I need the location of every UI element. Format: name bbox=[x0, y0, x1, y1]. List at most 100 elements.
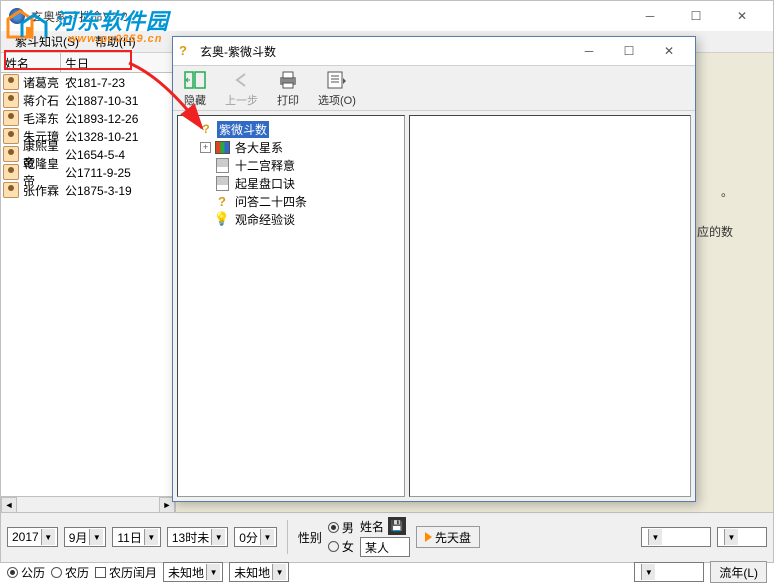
help-minimize-button[interactable]: ─ bbox=[569, 37, 609, 65]
page-icon bbox=[214, 158, 230, 172]
options-icon bbox=[325, 69, 349, 91]
avatar-icon bbox=[3, 182, 19, 198]
name-input[interactable]: 某人 bbox=[360, 537, 410, 557]
gender-male-radio[interactable]: 男 bbox=[328, 519, 354, 536]
person-rows: 诸葛亮农181-7-23蒋介石公1887-10-31毛泽东公1893-12-26… bbox=[1, 73, 175, 496]
year-combo[interactable]: 2017▼ bbox=[7, 527, 58, 547]
col-dob[interactable]: 生日 bbox=[61, 53, 175, 72]
tree-node[interactable]: 十二宫释意 bbox=[182, 156, 400, 174]
person-name: 蒋介石 bbox=[21, 92, 63, 109]
tree-node[interactable]: ?问答二十四条 bbox=[182, 192, 400, 210]
avatar-icon bbox=[3, 74, 19, 90]
person-name: 毛泽东 bbox=[21, 110, 63, 127]
tree-label: 起星盘口诀 bbox=[233, 175, 297, 192]
help-title: 玄奥-紫微斗数 bbox=[200, 43, 276, 60]
gender-female-radio[interactable]: 女 bbox=[328, 538, 354, 555]
maximize-button[interactable]: ☐ bbox=[673, 1, 719, 31]
place1-combo[interactable]: 未知地▼ bbox=[163, 562, 223, 582]
tree-label: 紫微斗数 bbox=[217, 121, 269, 138]
hide-icon bbox=[183, 69, 207, 91]
print-icon bbox=[276, 69, 300, 91]
bottom-bar: 2017▼ 9月▼ 11日▼ 13时未▼ 0分▼ 性别 男 女 姓名 💾 某人 … bbox=[1, 512, 773, 562]
app-icon bbox=[9, 8, 25, 24]
tree-node[interactable]: 起星盘口诀 bbox=[182, 174, 400, 192]
expand-icon[interactable]: + bbox=[200, 142, 211, 153]
avatar-icon bbox=[3, 110, 19, 126]
list-headers: 姓名 生日 bbox=[1, 53, 175, 73]
tree-label: 十二宫释意 bbox=[233, 157, 297, 174]
topic-content bbox=[409, 115, 691, 497]
page-icon bbox=[214, 176, 230, 190]
person-row[interactable]: 毛泽东公1893-12-26 bbox=[1, 109, 175, 127]
save-icon[interactable]: 💾 bbox=[388, 517, 406, 535]
person-dob: 公1328-10-21 bbox=[63, 128, 175, 145]
tree-node[interactable]: + 各大星系 bbox=[182, 138, 400, 156]
col-name[interactable]: 姓名 bbox=[1, 53, 61, 72]
month-value: 9月 bbox=[67, 529, 90, 546]
print-button[interactable]: 打印 bbox=[276, 69, 300, 108]
cal-lunar-radio[interactable]: 农历 bbox=[51, 564, 89, 581]
main-title: 玄奥紫斗推命V3.2 bbox=[31, 8, 627, 25]
person-list-panel: 姓名 生日 诸葛亮农181-7-23蒋介石公1887-10-31毛泽东公1893… bbox=[1, 53, 176, 512]
books-icon bbox=[214, 140, 230, 154]
person-row[interactable]: 蒋介石公1887-10-31 bbox=[1, 91, 175, 109]
cal-solar-radio[interactable]: 公历 bbox=[7, 564, 45, 581]
person-row[interactable]: 张作霖公1875-3-19 bbox=[1, 181, 175, 199]
help-window-controls: ─ ☐ ✕ bbox=[569, 37, 689, 65]
separator bbox=[287, 520, 288, 554]
person-name: 诸葛亮 bbox=[21, 74, 63, 91]
close-button[interactable]: ✕ bbox=[719, 1, 765, 31]
day-combo[interactable]: 11日▼ bbox=[112, 527, 160, 547]
hide-button[interactable]: 隐藏 bbox=[183, 69, 207, 108]
dropdown-icon: ▼ bbox=[641, 564, 655, 580]
hint-text-2: 应的数 bbox=[697, 223, 733, 240]
hint-text-1: 。 bbox=[721, 183, 733, 200]
topic-tree[interactable]: ?紫微斗数+各大星系十二宫释意起星盘口诀?问答二十四条💡观命经验谈 bbox=[177, 115, 405, 497]
tree-node[interactable]: ?紫微斗数 bbox=[182, 120, 400, 138]
year-value: 2017 bbox=[10, 530, 41, 544]
avatar-icon bbox=[3, 128, 19, 144]
bulb-icon: 💡 bbox=[214, 212, 230, 226]
person-name: 张作霖 bbox=[21, 182, 63, 199]
day-value: 11日 bbox=[115, 529, 143, 546]
person-dob: 公1887-10-31 bbox=[63, 92, 175, 109]
avatar-icon bbox=[3, 146, 19, 162]
hour-combo[interactable]: 13时未▼ bbox=[167, 527, 228, 547]
person-dob: 公1875-3-19 bbox=[63, 182, 175, 199]
dropdown-icon: ▼ bbox=[272, 564, 286, 580]
person-dob: 公1711-9-25 bbox=[63, 164, 175, 181]
extra-combo-3[interactable]: ▼ bbox=[634, 562, 704, 582]
place2-combo[interactable]: 未知地▼ bbox=[229, 562, 289, 582]
tree-node[interactable]: 💡观命经验谈 bbox=[182, 210, 400, 228]
cal-leap-check[interactable]: 农历闰月 bbox=[95, 564, 157, 581]
help-body: ?紫微斗数+各大星系十二宫释意起星盘口诀?问答二十四条💡观命经验谈 bbox=[173, 111, 695, 501]
help-maximize-button[interactable]: ☐ bbox=[609, 37, 649, 65]
options-button[interactable]: 选项(O) bbox=[318, 69, 356, 108]
scroll-track[interactable] bbox=[17, 497, 159, 512]
extra-combo-2[interactable]: ▼ bbox=[717, 527, 767, 547]
help-close-button[interactable]: ✕ bbox=[649, 37, 689, 65]
minute-combo[interactable]: 0分▼ bbox=[234, 527, 277, 547]
help-icon bbox=[179, 43, 195, 59]
person-dob: 公1893-12-26 bbox=[63, 110, 175, 127]
help-window: 玄奥-紫微斗数 ─ ☐ ✕ 隐藏 上一步 打印 选项(O) ?紫微斗数+各大星系… bbox=[172, 36, 696, 502]
menu-knowledge[interactable]: 紫斗知识(S) bbox=[7, 31, 87, 52]
dropdown-icon: ▼ bbox=[144, 529, 158, 545]
dropdown-icon: ▼ bbox=[41, 529, 55, 545]
person-row[interactable]: 乾隆皇帝公1711-9-25 bbox=[1, 163, 175, 181]
tree-label: 问答二十四条 bbox=[233, 193, 309, 210]
tree-label: 各大星系 bbox=[233, 139, 285, 156]
avatar-icon bbox=[3, 164, 19, 180]
h-scrollbar[interactable]: ◄ ► bbox=[1, 496, 175, 512]
scroll-left-icon[interactable]: ◄ bbox=[1, 497, 17, 513]
back-icon bbox=[230, 69, 254, 91]
chart-button[interactable]: 先天盘 bbox=[416, 526, 480, 548]
person-row[interactable]: 诸葛亮农181-7-23 bbox=[1, 73, 175, 91]
year-button[interactable]: 流年(L) bbox=[710, 561, 767, 583]
back-button: 上一步 bbox=[225, 69, 258, 108]
month-combo[interactable]: 9月▼ bbox=[64, 527, 107, 547]
minimize-button[interactable]: ─ bbox=[627, 1, 673, 31]
menu-help[interactable]: 帮助(H) bbox=[87, 31, 144, 52]
question-icon: ? bbox=[214, 194, 230, 208]
extra-combo-1[interactable]: ▼ bbox=[641, 527, 711, 547]
